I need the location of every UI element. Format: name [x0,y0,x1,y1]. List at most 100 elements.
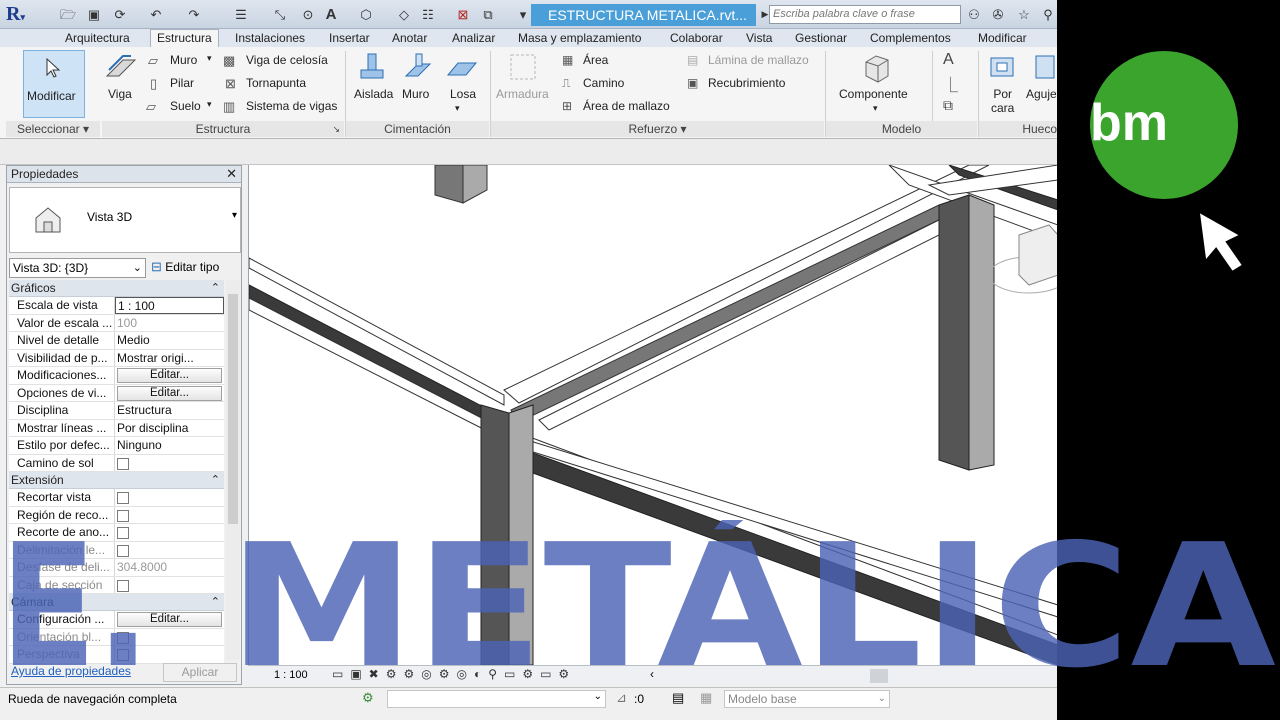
wall-foundation-button[interactable]: Muro [402,87,429,101]
property-row[interactable]: Disciplina Estructura [9,402,224,420]
property-row[interactable]: Delimitación le... [9,541,224,559]
modify-button[interactable]: Modificar [23,50,85,118]
switch-windows-icon[interactable]: ⧉ [480,7,496,22]
print-icon[interactable]: ☰ [233,7,249,22]
property-checkbox[interactable] [117,544,129,557]
panel-title-refuerzo[interactable]: Refuerzo ▾ [491,121,824,137]
tab-instalaciones[interactable]: Instalaciones [235,30,305,47]
type-selector[interactable]: Vista 3D ▾ [9,187,241,253]
property-row[interactable]: Visibilidad de p... Mostrar origi... [9,349,224,367]
property-checkbox[interactable] [117,579,129,592]
wall-dropdown-icon[interactable]: ▾ [207,53,212,64]
floor-button[interactable]: Suelo [170,99,201,113]
section-extension[interactable]: Extensión ⌃ [9,472,224,489]
section-icon[interactable]: ◇ [396,7,412,22]
application-menu-button[interactable]: R▾ [6,3,48,29]
edit-button[interactable]: Editar... [117,385,222,401]
design-option-dropdown[interactable]: Modelo base ⌄ [724,690,890,708]
properties-scrollbar[interactable] [226,280,240,660]
model-line-icon[interactable]: ⎿ [943,74,958,95]
floor-dropdown-icon[interactable]: ▾ [207,99,212,110]
dialog-launcher-icon[interactable]: ↘ [332,121,340,137]
tab-gestionar[interactable]: Gestionar [795,30,847,47]
scroll-left-icon[interactable]: ‹ [650,667,654,681]
model-group-icon[interactable]: ⧉ [943,97,953,114]
property-row[interactable]: Estilo por defec... Ninguno [9,437,224,455]
tab-masa[interactable]: Masa y emplazamiento [518,30,641,47]
property-row[interactable]: Mostrar líneas ... Por disciplina [9,419,224,437]
path-button[interactable]: Camino [583,76,624,90]
property-row[interactable]: Región de reco... [9,506,224,524]
worksets-icon[interactable]: ⚙ [362,690,374,706]
tab-insertar[interactable]: Insertar [329,30,370,47]
property-row[interactable]: Orientación bl... [9,628,224,646]
search-input[interactable]: Escriba palabra clave o frase [769,5,961,24]
tab-vista[interactable]: Vista [746,30,772,47]
by-face-button[interactable]: Por cara [991,87,1014,115]
property-row[interactable]: Configuración ... Editar... [9,611,224,629]
edit-button[interactable]: Editar... [117,368,222,383]
tab-arquitectura[interactable]: Arquitectura [65,30,130,47]
component-dropdown-icon[interactable]: ▾ [873,103,878,114]
property-row[interactable]: Recorte de ano... [9,524,224,542]
shaft-button[interactable]: Aguje [1026,87,1057,101]
customize-icon[interactable]: ▾ [515,7,531,22]
column-button[interactable]: Pilar [170,76,194,90]
area-button[interactable]: Área [583,53,608,67]
property-checkbox[interactable] [117,509,129,522]
component-button[interactable]: Componente [839,87,908,101]
panel-title-seleccionar[interactable]: Seleccionar ▾ [6,121,100,137]
design-options-icon[interactable]: ▦ [700,690,712,706]
property-value[interactable]: Ninguno [115,437,224,454]
truss-button[interactable]: Viga de celosía [246,53,328,67]
dimension-icon[interactable]: ⊙ [300,7,316,22]
horizontal-scroll-thumb[interactable] [870,669,888,683]
close-icon[interactable]: ✕ [226,166,237,182]
fabric-sheet-button[interactable]: Lámina de mallazo [708,53,809,67]
user-icon[interactable]: ⚲ [1040,7,1056,22]
tab-anotar[interactable]: Anotar [392,30,427,47]
property-value[interactable]: Medio [115,332,224,349]
section-camara[interactable]: Cámara ⌃ [9,594,224,611]
property-checkbox[interactable] [117,492,129,504]
subscription-icon[interactable]: ✇ [990,7,1006,22]
3d-view-icon[interactable]: ⬡ [358,7,374,22]
instance-selector[interactable]: Vista 3D: {3D} ⌄ [9,258,146,278]
property-row[interactable]: Opciones de vi... Editar... [9,384,224,402]
save-icon[interactable]: ▣ [86,7,102,22]
property-row[interactable]: Escala de vista 1 : 100 [9,297,224,315]
favorites-icon[interactable]: ☆ [1016,7,1032,22]
tab-colaborar[interactable]: Colaborar [670,30,723,47]
cover-button[interactable]: Recubrimiento [708,76,785,90]
edit-type-button[interactable]: ⊟ Editar tipo [151,258,241,278]
redo-icon[interactable]: ↷ [186,7,202,22]
properties-help-link[interactable]: Ayuda de propiedades [11,664,131,678]
binoculars-icon[interactable]: ⚇ [966,7,982,22]
property-row[interactable]: Nivel de detalle Medio [9,332,224,350]
property-value[interactable]: 100 [115,315,224,332]
edit-button[interactable]: Editar... [117,612,222,627]
tab-modificar[interactable]: Modificar [978,30,1027,47]
editable-only-icon[interactable]: ▤ [672,690,684,706]
property-row[interactable]: Desfase de deli... 304.8000 [9,559,224,577]
undo-icon[interactable]: ↶ [148,7,164,22]
brace-button[interactable]: Tornapunta [246,76,306,90]
property-checkbox[interactable] [117,527,129,539]
slab-button[interactable]: Losa [450,87,476,101]
chevron-down-icon[interactable]: ▾ [232,210,237,221]
filter-icon[interactable]: ⊿ [616,690,627,706]
property-checkbox[interactable] [117,649,129,661]
model-text-icon[interactable]: A [943,51,954,69]
thin-lines-icon[interactable]: ☷ [420,7,436,22]
property-row[interactable]: Camino de sol [9,454,224,472]
text-icon[interactable]: A [323,7,339,22]
measure-icon[interactable]: ⤡ [272,7,288,22]
property-value[interactable]: 304.8000 [115,559,224,576]
wall-button[interactable]: Muro [170,53,197,67]
property-checkbox[interactable] [117,631,129,644]
workset-dropdown[interactable]: ⌄ [387,690,606,708]
isolated-button[interactable]: Aislada [354,87,393,101]
scroll-thumb[interactable] [228,294,238,524]
beam-system-button[interactable]: Sistema de vigas [246,99,337,113]
property-row[interactable]: Perspectiva [9,646,224,664]
